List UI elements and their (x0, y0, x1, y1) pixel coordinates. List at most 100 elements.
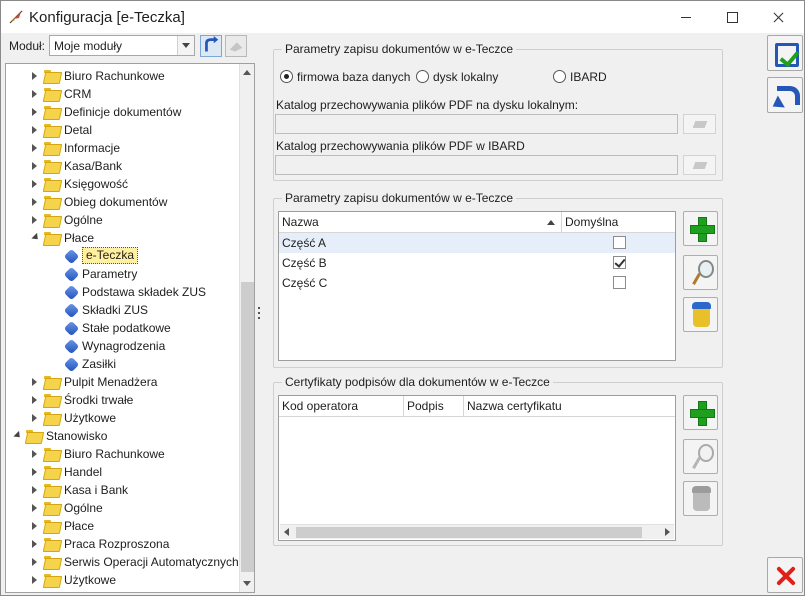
scroll-thumb[interactable] (296, 527, 642, 538)
scroll-up-icon[interactable] (243, 70, 251, 75)
default-checkbox[interactable] (613, 236, 626, 249)
tree-folder[interactable]: Płace (6, 229, 236, 247)
column-header-cert-name[interactable]: Nazwa certyfikatu (464, 396, 675, 416)
folder-icon (44, 448, 59, 460)
expand-closed-icon[interactable] (32, 576, 37, 584)
undo-button[interactable] (767, 77, 803, 113)
tree-folder[interactable]: Serwis Operacji Automatycznych (6, 553, 239, 571)
expand-closed-icon[interactable] (32, 468, 37, 476)
tree-folder[interactable]: Księgowość (6, 175, 236, 193)
tree-item-label: Środki trwałe (64, 393, 134, 407)
tree-folder[interactable]: Informacje (6, 139, 236, 157)
chevron-down-icon[interactable] (177, 36, 194, 55)
tree-vscrollbar[interactable] (239, 64, 254, 592)
tree-folder[interactable]: Stanowisko (6, 427, 236, 445)
expand-closed-icon[interactable] (32, 108, 37, 116)
scroll-right-icon[interactable] (665, 528, 670, 536)
expand-closed-icon[interactable] (32, 486, 37, 494)
tree-leaf[interactable]: Składki ZUS (6, 301, 236, 319)
tree-folder[interactable]: Obieg dokumentów (6, 193, 236, 211)
expand-closed-icon[interactable] (32, 198, 37, 206)
expand-closed-icon[interactable] (32, 414, 37, 422)
table-row[interactable]: Część B (279, 253, 675, 273)
cancel-button[interactable] (767, 557, 803, 593)
module-action-button[interactable] (225, 35, 247, 57)
tree-folder[interactable]: Użytkowe (6, 571, 236, 589)
expand-closed-icon[interactable] (32, 180, 37, 188)
tree-leaf[interactable]: Parametry (6, 265, 236, 283)
radio-dot[interactable] (280, 70, 293, 83)
tree-folder[interactable]: Ogólne (6, 499, 236, 517)
config-tree[interactable]: Biuro Rachunkowe CRM Definicje dokumentów D… (5, 63, 255, 593)
add-part-button[interactable] (683, 211, 718, 246)
default-checkbox[interactable] (613, 276, 626, 289)
save-button[interactable] (767, 35, 803, 71)
parts-grid[interactable]: Nazwa Domyślna Część A Część B Część C (278, 211, 676, 361)
expand-closed-icon[interactable] (32, 450, 37, 458)
module-select[interactable]: Moje moduły (49, 35, 195, 56)
expand-closed-icon[interactable] (32, 558, 37, 566)
expand-open-icon[interactable] (13, 430, 23, 441)
expand-closed-icon[interactable] (32, 162, 37, 170)
tree-folder[interactable]: Użytkowe (6, 409, 236, 427)
tree-leaf[interactable]: Wynagrodzenia (6, 337, 236, 355)
tree-folder[interactable]: Biuro Rachunkowe (6, 445, 236, 463)
tree-item-label: e-Teczka (82, 247, 139, 264)
scroll-thumb[interactable] (241, 282, 254, 572)
settings-leaf-icon (63, 248, 80, 265)
add-cert-button[interactable] (683, 395, 718, 430)
tree-folder[interactable]: Handel (6, 463, 236, 481)
table-row[interactable]: Część C (279, 273, 675, 293)
column-header-operator[interactable]: Kod operatora (279, 396, 404, 416)
scroll-left-icon[interactable] (284, 528, 289, 536)
certs-grid[interactable]: Kod operatora Podpis Nazwa certyfikatu (278, 395, 676, 541)
column-header-default[interactable]: Domyślna (562, 212, 675, 232)
radio-dot[interactable] (416, 70, 429, 83)
edit-part-button[interactable] (683, 255, 718, 290)
tree-leaf[interactable]: Stałe podatkowe (6, 319, 236, 337)
expand-closed-icon[interactable] (32, 72, 37, 80)
refresh-module-button[interactable] (200, 35, 222, 57)
minimize-button[interactable] (663, 1, 709, 33)
tree-leaf[interactable]: e-Teczka (6, 247, 236, 265)
tree-item-label: Serwis Operacji Automatycznych (64, 555, 239, 569)
tree-item-label: Obieg dokumentów (64, 195, 168, 209)
table-row[interactable]: Część A (279, 233, 675, 253)
default-checkbox[interactable] (613, 256, 626, 269)
column-header-name[interactable]: Nazwa (279, 212, 562, 232)
curved-arrow-icon (205, 36, 219, 52)
expand-closed-icon[interactable] (32, 90, 37, 98)
radio-dot[interactable] (553, 70, 566, 83)
expand-closed-icon[interactable] (32, 126, 37, 134)
expand-closed-icon[interactable] (32, 216, 37, 224)
delete-part-button[interactable] (683, 297, 718, 332)
tree-folder[interactable]: Płace (6, 517, 236, 535)
maximize-button[interactable] (709, 1, 755, 33)
tree-folder[interactable]: Pulpit Menadżera (6, 373, 236, 391)
tree-folder[interactable]: Kasa/Bank (6, 157, 236, 175)
expand-closed-icon[interactable] (32, 378, 37, 386)
certs-hscrollbar[interactable] (280, 524, 674, 539)
tree-leaf[interactable]: Zasiłki (6, 355, 236, 373)
splitter-handle[interactable] (258, 307, 261, 321)
expand-closed-icon[interactable] (32, 396, 37, 404)
window-close-button[interactable] (755, 1, 801, 33)
tree-folder[interactable]: Praca Rozproszona (6, 535, 236, 553)
expand-closed-icon[interactable] (32, 144, 37, 152)
tree-folder[interactable]: CRM (6, 85, 236, 103)
folder-icon (26, 430, 41, 442)
folder-icon (44, 394, 59, 406)
expand-closed-icon[interactable] (32, 540, 37, 548)
column-header-signature[interactable]: Podpis (404, 396, 464, 416)
tree-folder[interactable]: Kasa i Bank (6, 481, 236, 499)
expand-closed-icon[interactable] (32, 504, 37, 512)
expand-open-icon[interactable] (31, 232, 41, 243)
tree-leaf[interactable]: Podstawa składek ZUS (6, 283, 236, 301)
tree-folder[interactable]: Ogólne (6, 211, 236, 229)
expand-closed-icon[interactable] (32, 522, 37, 530)
tree-folder[interactable]: Środki trwałe (6, 391, 236, 409)
tree-folder[interactable]: Biuro Rachunkowe (6, 67, 236, 85)
tree-folder[interactable]: Detal (6, 121, 236, 139)
scroll-down-icon[interactable] (243, 581, 251, 586)
tree-folder[interactable]: Definicje dokumentów (6, 103, 236, 121)
